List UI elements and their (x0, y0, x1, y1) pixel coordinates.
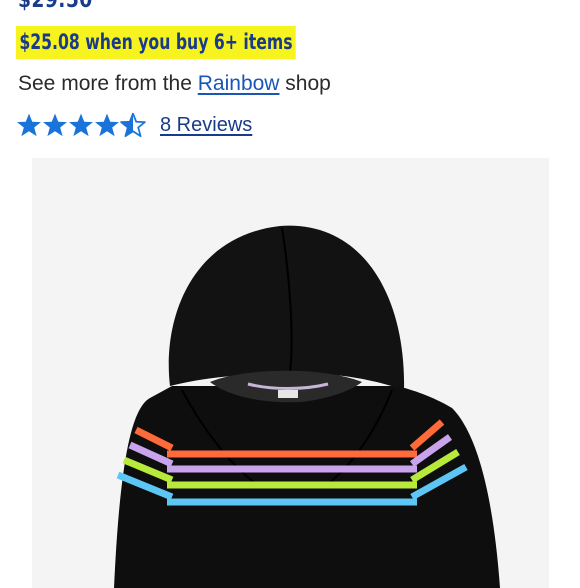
star-full-icon (95, 113, 119, 137)
star-rating[interactable] (16, 112, 146, 138)
hoodie-illustration (114, 225, 500, 588)
star-half-icon (120, 112, 146, 138)
rainbow-shop-link[interactable]: Rainbow (198, 72, 280, 95)
star-full-icon (69, 113, 93, 137)
promo-price-badge: $25.08 when you buy 6+ items (16, 26, 296, 59)
see-more-shop: See more from the Rainbow shop (18, 72, 331, 96)
reviews-link[interactable]: 8 Reviews (160, 114, 252, 137)
star-full-icon (17, 113, 41, 137)
see-more-suffix: shop (279, 72, 331, 95)
product-image[interactable] (32, 158, 549, 588)
original-price: $29.50 (18, 0, 93, 13)
see-more-prefix: See more from the (18, 72, 198, 95)
rating-row[interactable]: 8 Reviews (16, 109, 252, 141)
star-full-icon (43, 113, 67, 137)
